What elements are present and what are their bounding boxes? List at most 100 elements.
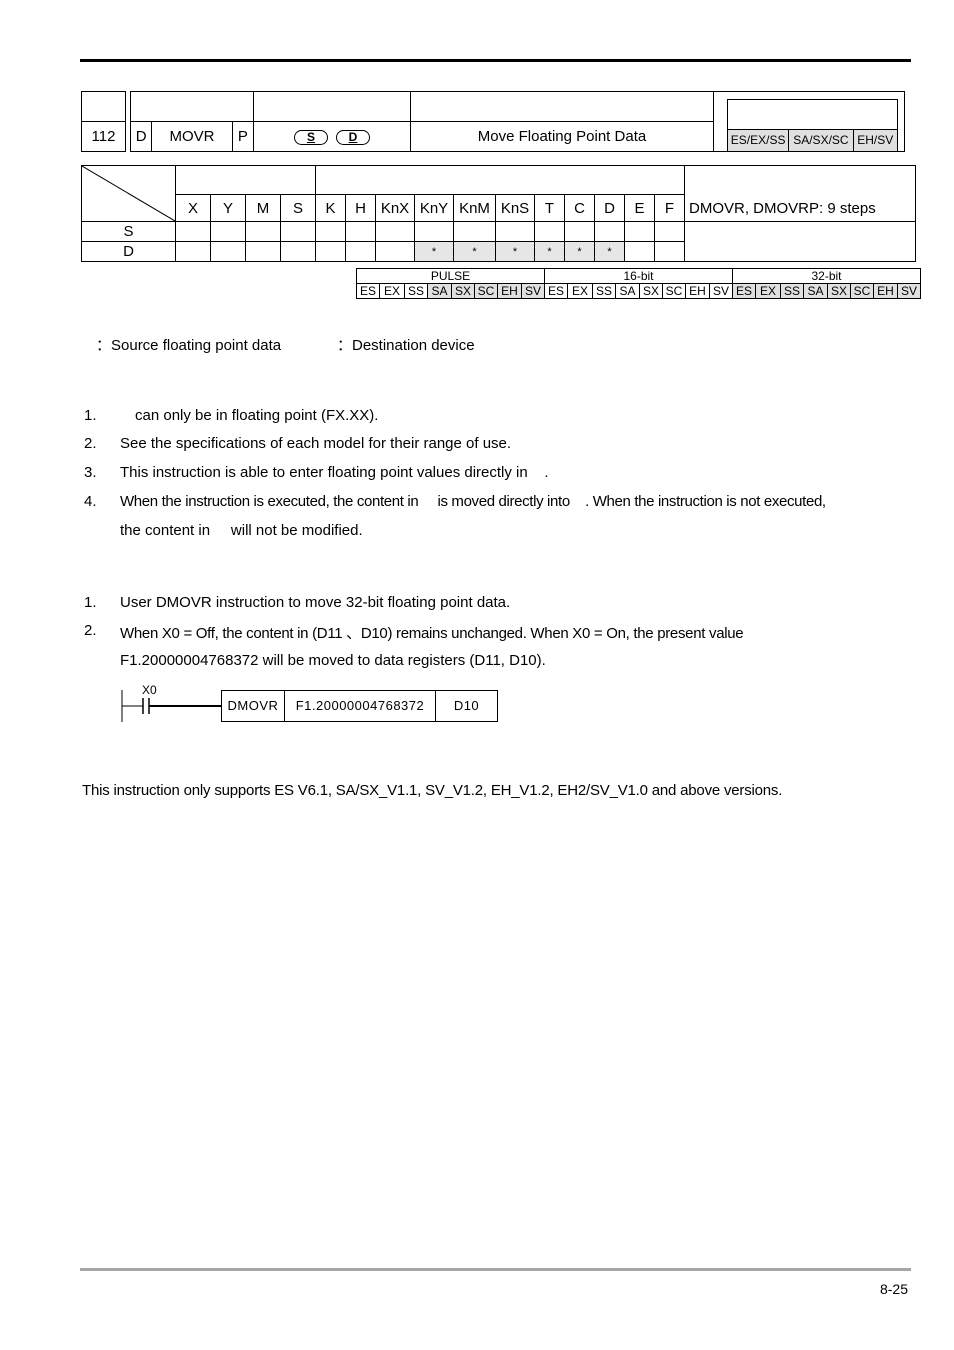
header-rule [80,59,911,62]
operand-cell [315,221,346,242]
page-number: 8-25 [879,1281,908,1297]
operand-cell [315,241,346,262]
operand-cell [414,221,454,242]
pulse-model-cell: SX [639,283,663,299]
explanation-num: 2. [84,435,97,452]
operand-cell [280,221,316,242]
model-es-ex-ss: ES/EX/SS [728,130,790,151]
api-header-cell [81,91,126,122]
operand-cell: * [594,241,625,262]
operand-cell: * [414,241,454,262]
explanation-text-cont: the content in will not be modified. [120,522,363,539]
pulse-group-header: 16-bit [544,268,733,284]
ladder-instruction-box: DMOVR [221,690,285,722]
function-name: Move Floating Point Data [410,121,714,152]
column-header-knm: KnM [453,194,496,222]
operand-cell: * [534,241,565,262]
model-sa-sx-sc: SA/SX/SC [789,130,854,151]
operand-d-description: ：Destination device [337,337,475,354]
pulse-model-cell: SS [592,283,616,299]
operand-cell: * [495,241,535,262]
example-text: User DMOVR instruction to move 32-bit fl… [120,594,511,611]
operand-cell [624,221,655,242]
explanation-num: 3. [84,464,97,481]
explanation-num: 4. [84,493,97,510]
pulse-model-cell: EX [379,283,405,299]
row-label-s: S [81,221,176,242]
pulse-model-cell: ES [356,283,380,299]
operand-cell [594,221,625,242]
model-eh-sv: EH/SV [853,130,898,151]
operand-cell [495,221,535,242]
mnemonic: MOVR [151,121,233,152]
steps-filler-cell [684,221,916,262]
pulse-model-cell: SC [662,283,686,299]
column-header-kny: KnY [414,194,454,222]
contact-x0-icon [121,690,222,722]
operand-cell [280,241,316,262]
operand-cell: * [564,241,595,262]
column-header-t: T [534,194,565,222]
pulse-model-cell: SV [521,283,545,299]
column-header-s: S [280,194,316,222]
operand-d-icon: D [336,130,370,145]
operand-cell: * [453,241,496,262]
operand-cell [210,241,246,262]
operand-cell [654,221,685,242]
operand-cell [345,241,376,262]
operands-header-cell [253,91,411,122]
column-header-y: Y [210,194,246,222]
word-devices-header [315,165,685,195]
pulse-model-cell: EX [755,283,781,299]
operand-cell [245,221,281,242]
explanation-text: can only be in floating point (FX.XX). [135,407,379,424]
operand-table: DMOVR, DMOVRP: 9 steps X Y M S K H KnX KnY KnM Kn… [81,165,916,262]
ladder-dest-box: D10 [435,690,498,722]
example-text: When X0 = Off, the content in (D11 、D10)… [120,625,744,642]
pulse-model-cell: SV [709,283,733,299]
operand-cell [564,221,595,242]
pulse-model-cell: EH [685,283,710,299]
pulse-model-cell: SV [897,283,921,299]
pulse-model-cell: EH [497,283,522,299]
pulse-model-cell: SX [451,283,475,299]
footer-rule [80,1268,911,1271]
example-num: 1. [84,594,97,611]
pulse-model-cell: SA [427,283,452,299]
operand-cell [375,241,415,262]
column-header-k: K [315,194,346,222]
steps-text: DMOVR, DMOVRP: 9 steps [689,200,876,217]
pulse-model-cell: SS [404,283,428,299]
column-header-kns: KnS [495,194,535,222]
pulse-model-cell: SC [850,283,874,299]
column-header-c: C [564,194,595,222]
pulse-model-cell: SS [780,283,804,299]
pulse-model-cell: EX [567,283,593,299]
operand-s-description: ：Source floating point data [96,337,282,354]
operand-s-icon: S [294,130,328,145]
mnemonic-header-cell [130,91,254,122]
column-header-e: E [624,194,655,222]
explanation-text: See the specifications of each model for… [120,435,512,452]
pulse-model-cell: EH [873,283,898,299]
pulse-model-cell: SA [803,283,828,299]
explanation-text: When the instruction is executed, the co… [120,493,826,510]
operand-cell [210,221,246,242]
pulse-group-header: PULSE [356,268,545,284]
example-num: 2. [84,622,97,639]
operand-cell [375,221,415,242]
column-header-x: X [175,194,211,222]
ladder-source-box: F1.20000004768372 [284,690,436,722]
diagonal-line-icon [82,166,175,221]
operand-cell [345,221,376,242]
pulse-model-cell: SX [827,283,851,299]
pulse-group-header: 32-bit [732,268,921,284]
pulse-model-cell: ES [732,283,756,299]
steps-cell: DMOVR, DMOVRP: 9 steps [684,165,916,222]
function-header-cell [410,91,714,122]
column-header-h: H [345,194,376,222]
pulse-model-cell: ES [544,283,568,299]
explanation-text: This instruction is able to enter floati… [120,464,549,481]
pulse-bit-table: PULSE 16-bit 32-bit ES EX SS SA SX SC EH SV ES EX SS… [356,268,921,299]
column-header-knx: KnX [375,194,415,222]
